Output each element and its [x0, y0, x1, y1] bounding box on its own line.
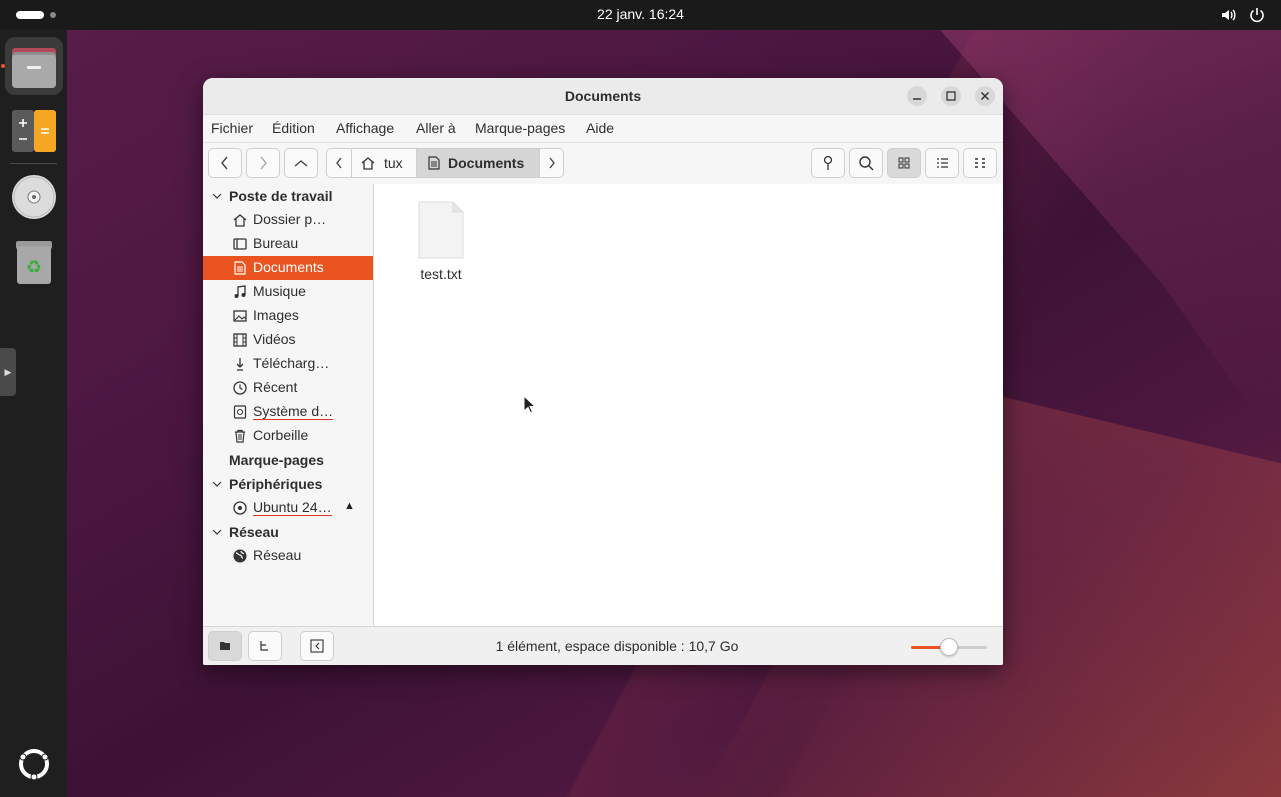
- toolbar: tux Documents: [203, 142, 1003, 186]
- sidebar-item-label: Musique: [253, 283, 306, 299]
- dock: ♻ ▶: [0, 30, 67, 797]
- files-app-icon[interactable]: [5, 37, 63, 95]
- list-view-button[interactable]: [925, 148, 959, 178]
- search-button[interactable]: [849, 148, 883, 178]
- file-view[interactable]: test.txt: [374, 184, 1003, 626]
- text-file-icon[interactable]: [417, 200, 465, 260]
- zoom-slider-handle[interactable]: [940, 638, 958, 656]
- trash-icon[interactable]: ♻: [5, 233, 63, 291]
- window-title: Documents: [564, 88, 642, 104]
- eject-icon[interactable]: ▲: [344, 500, 355, 512]
- maximize-button[interactable]: [941, 86, 961, 106]
- sidebar-section-workstation[interactable]: Poste de travail: [229, 188, 333, 204]
- pathbar-current[interactable]: Documents: [416, 148, 540, 178]
- location-button[interactable]: [811, 148, 845, 178]
- toggle-sidebar-button[interactable]: [300, 631, 334, 661]
- sidebar-item-recent[interactable]: Récent: [203, 376, 373, 400]
- image-icon: [232, 308, 248, 324]
- show-apps-icon[interactable]: [5, 735, 63, 793]
- sidebar-section-bookmarks[interactable]: Marque-pages: [229, 452, 324, 468]
- disc-icon: [232, 500, 248, 516]
- sidebar-item-trash[interactable]: Corbeille: [203, 424, 373, 448]
- mouse-cursor-icon: [523, 395, 537, 415]
- desktop-icon: [232, 236, 248, 252]
- chevron-down-icon[interactable]: [212, 479, 222, 489]
- power-icon[interactable]: [1248, 6, 1266, 24]
- sidebar-item-label: Corbeille: [253, 427, 309, 443]
- menu-view[interactable]: Affichage: [336, 120, 394, 136]
- pathbar-scroll-left[interactable]: [326, 148, 352, 178]
- menu-go[interactable]: Aller à: [416, 120, 456, 136]
- chevron-down-icon[interactable]: [212, 527, 222, 537]
- drive-icon: [232, 404, 248, 420]
- icon-view-button[interactable]: [887, 148, 921, 178]
- chevron-down-icon[interactable]: [212, 191, 222, 201]
- menu-help[interactable]: Aide: [586, 120, 614, 136]
- sidebar-item-label: Vidéos: [253, 331, 296, 347]
- sidebar-section-network[interactable]: Réseau: [229, 524, 279, 540]
- calculator-app-icon[interactable]: [5, 101, 63, 159]
- forward-button[interactable]: [246, 148, 280, 178]
- pathbar-scroll-right[interactable]: [539, 148, 564, 178]
- back-button[interactable]: [208, 148, 242, 178]
- film-icon: [232, 332, 248, 348]
- sidebar-item-label: Images: [253, 307, 299, 323]
- file-manager-window: Documents Fichier Édition Affichage Alle…: [203, 78, 1003, 665]
- document-icon: [426, 155, 442, 171]
- sidebar-item-label: Ubuntu 24…: [253, 499, 332, 516]
- parent-folder-button[interactable]: [284, 148, 318, 178]
- clock-icon: [232, 380, 248, 396]
- minimize-button[interactable]: [907, 86, 927, 106]
- sidebar-item-label: Récent: [253, 379, 298, 395]
- menu-file[interactable]: Fichier: [211, 120, 253, 136]
- dock-expand-handle[interactable]: ▶: [0, 348, 16, 396]
- titlebar[interactable]: Documents: [203, 78, 1003, 114]
- home-icon: [360, 155, 376, 171]
- compact-view-button[interactable]: [963, 148, 997, 178]
- sidebar-section-devices[interactable]: Périphériques: [229, 476, 322, 492]
- sidebar-item-ubuntu-disc[interactable]: Ubuntu 24… ▲: [203, 496, 373, 520]
- sidebar-item-label: Télécharg…: [253, 355, 330, 371]
- trash-icon: [232, 428, 248, 444]
- show-places-button[interactable]: [208, 631, 242, 661]
- file-name[interactable]: test.txt: [394, 266, 488, 282]
- volume-icon[interactable]: [1220, 6, 1238, 24]
- pathbar-home-label: tux: [384, 155, 403, 171]
- sidebar-item-label: Bureau: [253, 235, 299, 251]
- svg-text:♻: ♻: [26, 257, 42, 278]
- sidebar-item-system[interactable]: Système d…: [203, 400, 373, 424]
- sidebar-item-documents[interactable]: Documents: [203, 256, 373, 280]
- music-icon: [232, 284, 248, 300]
- home-icon: [232, 212, 248, 228]
- show-tree-button[interactable]: [248, 631, 282, 661]
- menu-bookmarks[interactable]: Marque-pages: [475, 120, 565, 136]
- menubar: Fichier Édition Affichage Aller à Marque…: [203, 114, 1003, 143]
- pathbar-home[interactable]: tux: [351, 148, 417, 178]
- sidebar-item-music[interactable]: Musique: [203, 280, 373, 304]
- sidebar-item-label: Documents: [253, 259, 324, 275]
- menu-edit[interactable]: Édition: [272, 120, 315, 136]
- top-bar: 22 janv. 16:24: [0, 0, 1281, 30]
- globe-icon: [232, 548, 248, 564]
- close-button[interactable]: [975, 86, 995, 106]
- sidebar-item-label: Dossier p…: [253, 211, 327, 227]
- sidebar-item-label: Système d…: [253, 403, 334, 420]
- sidebar-item-downloads[interactable]: Télécharg…: [203, 352, 373, 376]
- statusbar: 1 élément, espace disponible : 10,7 Go: [203, 626, 1003, 665]
- sidebar-item-network[interactable]: Réseau: [203, 544, 373, 568]
- sidebar-item-images[interactable]: Images: [203, 304, 373, 328]
- dock-separator: [10, 163, 57, 164]
- download-icon: [232, 356, 248, 372]
- sidebar-item-label: Réseau: [253, 547, 302, 563]
- optical-disc-icon[interactable]: [5, 168, 63, 226]
- zoom-slider[interactable]: [911, 638, 987, 656]
- pathbar-current-label: Documents: [448, 155, 525, 171]
- status-text: 1 élément, espace disponible : 10,7 Go: [495, 638, 739, 654]
- sidebar-item-home[interactable]: Dossier p…: [203, 208, 373, 232]
- sidebar-item-desktop[interactable]: Bureau: [203, 232, 373, 256]
- clock[interactable]: 22 janv. 16:24: [0, 6, 1281, 22]
- document-icon: [232, 260, 248, 276]
- sidebar: Poste de travail Dossier p… Bureau Docum…: [203, 184, 374, 626]
- sidebar-item-videos[interactable]: Vidéos: [203, 328, 373, 352]
